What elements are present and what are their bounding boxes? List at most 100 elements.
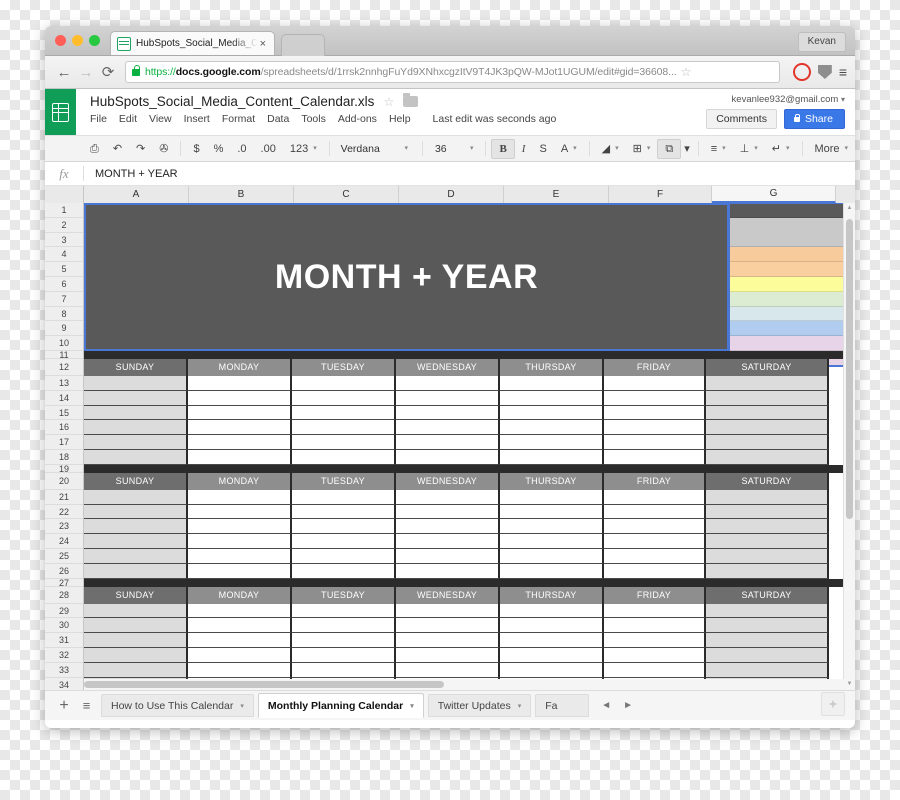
calendar-cell[interactable] bbox=[84, 519, 188, 534]
calendar-cell[interactable] bbox=[188, 391, 292, 406]
column-header-c[interactable]: C bbox=[294, 186, 399, 203]
menu-item-help[interactable]: Help bbox=[389, 113, 411, 125]
day-header-monday[interactable]: MONDAY bbox=[188, 587, 292, 604]
bookmark-star-icon[interactable]: ☆ bbox=[681, 65, 692, 79]
browser-tab-inactive[interactable] bbox=[281, 34, 325, 56]
row-header-24[interactable]: 24 bbox=[45, 534, 83, 549]
row-header-13[interactable]: 13 bbox=[45, 376, 83, 391]
shield-extension-icon[interactable] bbox=[818, 65, 832, 79]
number-format-button[interactable]: 123▾ bbox=[283, 140, 324, 158]
calendar-cell[interactable] bbox=[84, 633, 188, 648]
calendar-cell[interactable] bbox=[292, 633, 396, 648]
sheet-tab-twitter-updates[interactable]: Twitter Updates ▾ bbox=[428, 694, 531, 717]
calendar-cell[interactable] bbox=[604, 534, 706, 549]
calendar-cell[interactable] bbox=[604, 490, 706, 505]
calendar-cell[interactable] bbox=[706, 648, 829, 663]
function-icon[interactable]: fx bbox=[45, 166, 83, 182]
calendar-cell[interactable] bbox=[84, 435, 188, 450]
calendar-cell[interactable] bbox=[188, 519, 292, 534]
calendar-cell[interactable] bbox=[188, 633, 292, 648]
merge-cells-button[interactable]: ⧉ bbox=[657, 139, 681, 159]
sheet-tab-how-to-use[interactable]: How to Use This Calendar ▾ bbox=[101, 694, 254, 717]
calendar-cell[interactable] bbox=[604, 406, 706, 421]
menu-item-insert[interactable]: Insert bbox=[184, 113, 210, 125]
row-header-23[interactable]: 23 bbox=[45, 519, 83, 534]
calendar-cell[interactable] bbox=[84, 490, 188, 505]
calendar-cell[interactable] bbox=[188, 490, 292, 505]
redo-icon[interactable]: ↷ bbox=[129, 140, 152, 158]
currency-format-button[interactable]: $ bbox=[186, 140, 206, 158]
explore-button[interactable] bbox=[821, 692, 845, 716]
calendar-cell[interactable] bbox=[500, 376, 604, 391]
column-header-d[interactable]: D bbox=[399, 186, 504, 203]
calendar-cell[interactable] bbox=[500, 549, 604, 564]
calendar-cell[interactable] bbox=[396, 435, 500, 450]
calendar-cell[interactable] bbox=[500, 435, 604, 450]
folder-icon[interactable] bbox=[403, 96, 418, 107]
borders-button[interactable]: ⊞▾ bbox=[626, 140, 658, 158]
calendar-cell[interactable] bbox=[292, 505, 396, 520]
row-header-21[interactable]: 21 bbox=[45, 490, 83, 505]
row-header-4[interactable]: 4 bbox=[45, 247, 83, 262]
row-header-28[interactable]: 28 bbox=[45, 587, 83, 604]
calendar-cell[interactable] bbox=[188, 604, 292, 619]
calendar-cell[interactable] bbox=[84, 420, 188, 435]
row-header-5[interactable]: 5 bbox=[45, 262, 83, 277]
vertical-scrollbar[interactable]: ▲ ▼ bbox=[843, 203, 855, 690]
reload-icon[interactable]: ⟳ bbox=[97, 63, 119, 81]
row-header-8[interactable]: 8 bbox=[45, 307, 83, 322]
close-window-icon[interactable] bbox=[55, 35, 66, 46]
row-header-34[interactable]: 34 bbox=[45, 678, 83, 690]
calendar-cell[interactable] bbox=[292, 391, 396, 406]
calendar-cell[interactable] bbox=[604, 618, 706, 633]
calendar-cell[interactable] bbox=[292, 663, 396, 678]
column-header-b[interactable]: B bbox=[189, 186, 294, 203]
corner-select-all[interactable] bbox=[45, 186, 84, 203]
calendar-cell[interactable] bbox=[396, 618, 500, 633]
calendar-cell[interactable] bbox=[500, 534, 604, 549]
back-icon[interactable]: ← bbox=[53, 64, 75, 81]
account-email[interactable]: kevanlee932@gmail.com ▾ bbox=[706, 94, 845, 105]
row-header-12[interactable]: 12 bbox=[45, 359, 83, 376]
calendar-cell[interactable] bbox=[188, 618, 292, 633]
day-header-tuesday[interactable]: TUESDAY bbox=[292, 473, 396, 490]
key-row-blog-post[interactable] bbox=[729, 307, 852, 322]
calendar-cell[interactable] bbox=[604, 564, 706, 579]
day-header-wednesday[interactable]: WEDNESDAY bbox=[396, 473, 500, 490]
calendar-cell[interactable] bbox=[604, 376, 706, 391]
calendar-cell[interactable] bbox=[706, 420, 829, 435]
calendar-cell[interactable] bbox=[292, 519, 396, 534]
row-header-14[interactable]: 14 bbox=[45, 391, 83, 406]
column-header-f[interactable]: F bbox=[609, 186, 712, 203]
key-row-ebook[interactable] bbox=[729, 277, 852, 292]
calendar-cell[interactable] bbox=[500, 648, 604, 663]
calendar-cell[interactable] bbox=[396, 406, 500, 421]
maximize-window-icon[interactable] bbox=[89, 35, 100, 46]
day-header-friday[interactable]: FRIDAY bbox=[604, 359, 706, 376]
calendar-cell[interactable] bbox=[604, 435, 706, 450]
month-year-banner[interactable]: MONTH + YEAR bbox=[84, 203, 729, 351]
day-header-monday[interactable]: MONDAY bbox=[188, 359, 292, 376]
day-header-thursday[interactable]: THURSDAY bbox=[500, 359, 604, 376]
calendar-cell[interactable] bbox=[396, 604, 500, 619]
row-header-1[interactable]: 1 bbox=[45, 203, 83, 218]
calendar-cell[interactable] bbox=[706, 604, 829, 619]
calendar-cell[interactable] bbox=[396, 549, 500, 564]
next-sheet-icon[interactable]: ► bbox=[623, 700, 633, 711]
calendar-cell[interactable] bbox=[706, 534, 829, 549]
menu-item-edit[interactable]: Edit bbox=[119, 113, 137, 125]
key-row-product[interactable] bbox=[729, 336, 852, 351]
calendar-cell[interactable] bbox=[292, 534, 396, 549]
day-header-saturday[interactable]: SATURDAY bbox=[706, 473, 829, 490]
calendar-cell[interactable] bbox=[706, 618, 829, 633]
row-header-6[interactable]: 6 bbox=[45, 277, 83, 292]
horizontal-scroll-thumb[interactable] bbox=[84, 681, 444, 688]
column-header-g[interactable]: G bbox=[712, 186, 836, 203]
browser-menu-icon[interactable]: ≡ bbox=[839, 64, 847, 80]
formula-input[interactable]: MONTH + YEAR bbox=[84, 168, 178, 180]
calendar-cell[interactable] bbox=[706, 663, 829, 678]
row-header-9[interactable]: 9 bbox=[45, 321, 83, 336]
key-row-key[interactable] bbox=[729, 203, 852, 218]
calendar-cell[interactable] bbox=[604, 604, 706, 619]
row-header-20[interactable]: 20 bbox=[45, 473, 83, 490]
